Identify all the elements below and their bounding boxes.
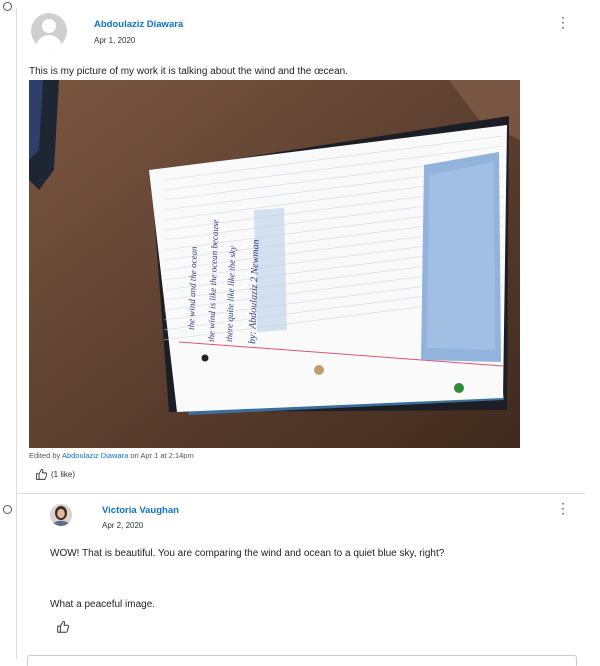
reply-input[interactable]	[27, 655, 577, 666]
kebab-menu-icon[interactable]: ⋮	[556, 501, 570, 515]
reply-body-2: What a peaceful image.	[50, 599, 156, 610]
default-avatar-icon[interactable]	[31, 13, 67, 49]
like-button[interactable]: (1 like)	[35, 468, 75, 481]
thumbs-up-icon[interactable]	[35, 468, 48, 481]
post-author[interactable]: Abdoulaziz Diawara	[94, 19, 183, 30]
edited-prefix: Edited by	[29, 451, 61, 460]
thread-marker	[3, 505, 12, 514]
avatar[interactable]	[50, 504, 72, 526]
thread-marker	[3, 2, 12, 11]
post-body: This is my picture of my work it is talk…	[29, 66, 349, 77]
post-image[interactable]: the wind and the ocean the wind is like …	[29, 80, 520, 448]
thread-line	[16, 8, 17, 659]
post-date: Apr 1, 2020	[94, 36, 136, 45]
divider	[17, 493, 585, 494]
edited-suffix: on Apr 1 at 2:14pm	[130, 451, 194, 460]
kebab-menu-icon[interactable]: ⋮	[556, 15, 570, 29]
reply-date: Apr 2, 2020	[102, 521, 144, 530]
edited-by-link[interactable]: Abdoulaziz Diawara	[62, 451, 128, 460]
thumbs-up-icon[interactable]	[56, 620, 70, 634]
like-count: (1 like)	[51, 470, 76, 479]
reply-body: WOW! That is beautiful. You are comparin…	[50, 548, 445, 559]
notebook-photo: the wind and the ocean the wind is like …	[29, 80, 520, 448]
reply-author[interactable]: Victoria Vaughan	[102, 505, 179, 516]
user-photo	[50, 504, 72, 526]
like-button[interactable]	[56, 620, 70, 634]
edited-note: Edited by Abdoulaziz Diawara on Apr 1 at…	[29, 451, 194, 460]
